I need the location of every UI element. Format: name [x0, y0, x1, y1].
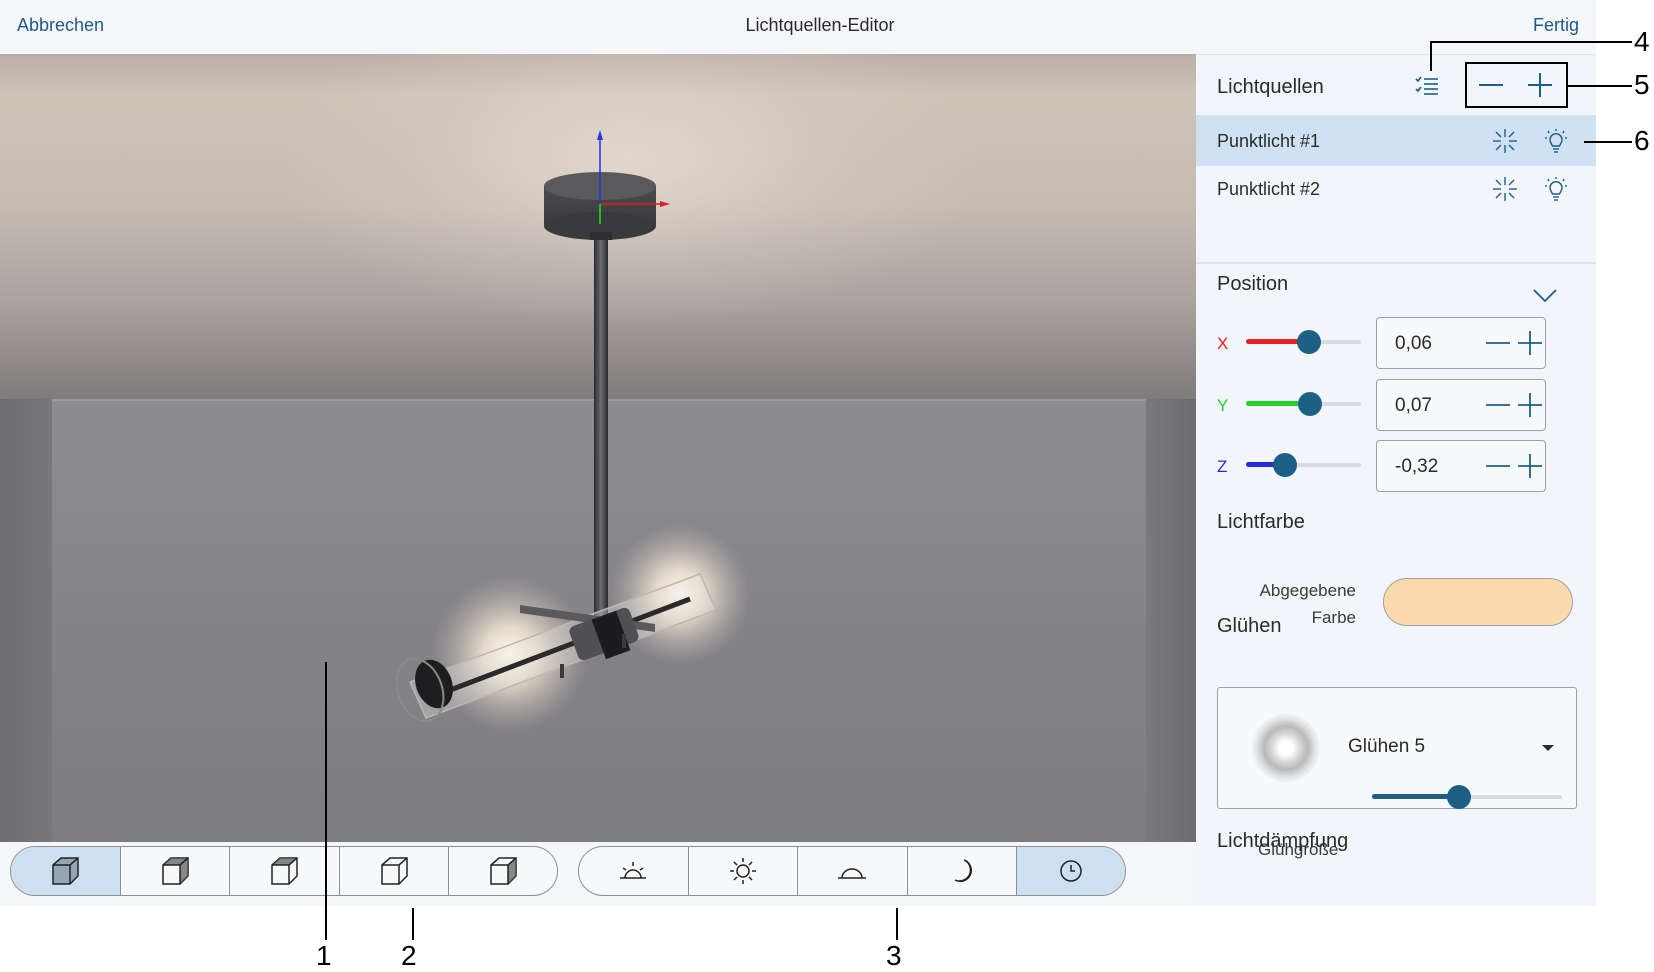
y-value-field[interactable]: 0,07 [1376, 379, 1546, 431]
dusk-icon [838, 868, 867, 879]
z-axis-label: Z [1217, 457, 1228, 476]
3d-viewport[interactable] [0, 54, 1196, 842]
minus-icon [1486, 342, 1510, 344]
y-slider[interactable] [1246, 392, 1361, 416]
cube-top-icon [381, 857, 408, 885]
dropdown-caret-icon [1542, 745, 1554, 751]
plus-icon [1518, 454, 1542, 478]
z-slider[interactable] [1246, 453, 1361, 477]
moon-icon [954, 859, 973, 883]
z-value-field[interactable]: -0,32 [1376, 440, 1546, 492]
position-title: Position [1217, 273, 1289, 295]
lamp-model[interactable] [0, 54, 1196, 842]
light-source-editor: Abbrechen Lichtquellen-Editor Fertig Lic… [0, 0, 1654, 972]
z-decrement-button[interactable] [1485, 453, 1511, 484]
z-increment-button[interactable] [1517, 453, 1543, 484]
lighting-time-button[interactable] [1017, 847, 1125, 895]
view-back-button[interactable] [449, 847, 557, 895]
callout-5: 5 [1634, 69, 1650, 100]
lighting-mode-segment [578, 846, 1126, 896]
lighting-dusk-button[interactable] [798, 847, 908, 895]
lighting-sunrise-button[interactable] [579, 847, 689, 895]
view-perspective-button[interactable] [11, 847, 121, 895]
lighting-night-button[interactable] [908, 847, 1018, 895]
z-value[interactable]: -0,32 [1395, 456, 1438, 478]
x-value-field[interactable]: 0,06 [1376, 317, 1546, 369]
x-slider-thumb[interactable] [1297, 330, 1321, 354]
minus-icon [1486, 465, 1510, 467]
callout-line-6 [1584, 141, 1632, 143]
properties-panel: Lichtquellen Punktlicht #1 Punktlicht #2… [1196, 54, 1596, 906]
sparkle-icon[interactable] [1492, 128, 1518, 159]
callout-3: 3 [886, 940, 902, 971]
callout-box-5 [1465, 62, 1568, 108]
glow-preview-image [1252, 714, 1320, 782]
callout-line-2 [412, 908, 414, 940]
x-decrement-button[interactable] [1485, 330, 1511, 361]
callout-1: 1 [316, 940, 332, 971]
page-title: Lichtquellen-Editor [745, 15, 895, 35]
plus-icon [1518, 331, 1542, 355]
callout-line-3 [896, 908, 898, 940]
y-axis-label: Y [1217, 396, 1229, 415]
attenuation-title: Lichtdämpfung [1217, 830, 1349, 852]
sun-icon [729, 858, 756, 884]
light-bulb-icon[interactable] [1542, 128, 1570, 161]
callout-line-4a [1430, 42, 1432, 71]
callout-4: 4 [1634, 26, 1650, 57]
y-decrement-button[interactable] [1485, 392, 1511, 423]
light-name: Punktlicht #1 [1217, 131, 1321, 151]
callout-6: 6 [1634, 125, 1650, 156]
z-slider-thumb[interactable] [1273, 453, 1297, 477]
light-sources-title: Lichtquellen [1217, 76, 1324, 98]
cube-side-icon [271, 857, 299, 885]
callout-line-1 [325, 662, 327, 940]
view-front-button[interactable] [121, 847, 231, 895]
light-color-title: Lichtfarbe [1217, 511, 1305, 533]
x-axis-label: X [1217, 334, 1229, 353]
chevron-down-icon[interactable] [1532, 288, 1558, 309]
clock-icon [1060, 860, 1082, 882]
lighting-day-button[interactable] [689, 847, 799, 895]
light-name: Punktlicht #2 [1217, 179, 1321, 199]
minus-icon [1486, 404, 1510, 406]
x-value[interactable]: 0,06 [1395, 333, 1432, 355]
callout-2: 2 [401, 940, 417, 971]
view-top-button[interactable] [340, 847, 450, 895]
light-list-item-2[interactable]: Punktlicht #2 [1196, 164, 1596, 214]
y-value[interactable]: 0,07 [1395, 395, 1432, 417]
callout-line-4b [1430, 41, 1632, 43]
top-bar: Abbrechen Lichtquellen-Editor Fertig [0, 0, 1596, 54]
emitted-color-swatch[interactable] [1383, 578, 1573, 626]
divider [1196, 262, 1596, 264]
sparkle-icon[interactable] [1492, 176, 1518, 207]
x-increment-button[interactable] [1517, 330, 1543, 361]
glow-size-slider-fill [1372, 794, 1459, 799]
glow-title: Glühen [1217, 615, 1282, 637]
viewport-toolbar [0, 842, 1196, 906]
done-button[interactable]: Fertig [1533, 15, 1579, 36]
glow-size-slider[interactable] [1372, 785, 1562, 809]
cube-front-icon [162, 857, 189, 885]
y-increment-button[interactable] [1517, 392, 1543, 423]
cube-perspective-icon [52, 857, 80, 885]
y-slider-thumb[interactable] [1298, 392, 1322, 416]
light-bulb-icon[interactable] [1542, 176, 1570, 209]
view-side-button[interactable] [230, 847, 340, 895]
x-slider[interactable] [1246, 330, 1361, 354]
callout-line-5 [1568, 85, 1632, 87]
checklist-icon[interactable] [1414, 74, 1440, 103]
plus-icon [1518, 393, 1542, 417]
light-list-item-1[interactable]: Punktlicht #1 [1196, 116, 1596, 166]
glow-selected-value: Glühen 5 [1348, 736, 1426, 757]
cube-back-icon [490, 857, 517, 885]
glow-size-slider-thumb[interactable] [1447, 785, 1471, 809]
view-mode-segment [10, 846, 558, 896]
sunrise-icon [620, 862, 647, 879]
